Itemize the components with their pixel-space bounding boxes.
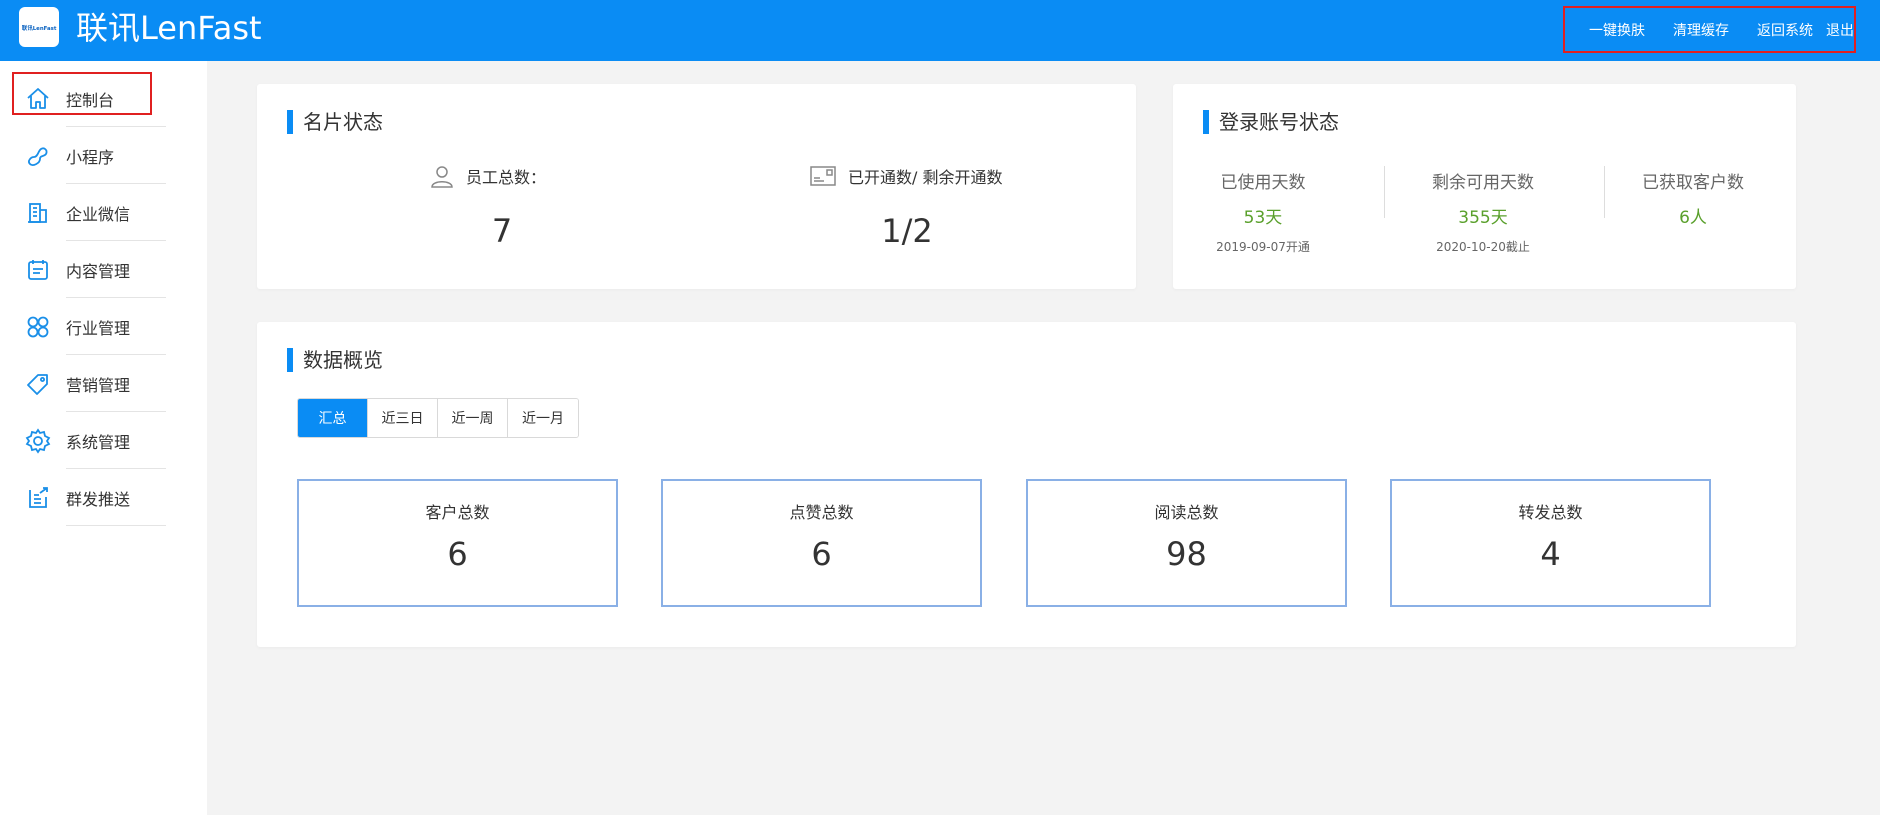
gear-icon — [24, 427, 52, 455]
clear-cache-link[interactable]: 清理缓存 — [1673, 20, 1729, 40]
sidebar-item-content[interactable]: 内容管理 — [28, 242, 166, 298]
sidebar-item-marketing[interactable]: 营销管理 — [27, 356, 166, 412]
sidebar-item-industry[interactable]: 行业管理 — [27, 299, 166, 355]
app-logo[interactable]: 联讯LenFast — [19, 7, 59, 47]
user-icon — [431, 166, 453, 188]
account-status-title: 登录账号状态 — [1203, 110, 1339, 134]
metric-likes: 点赞总数 6 — [661, 479, 982, 607]
logout-link[interactable]: 退出 — [1826, 20, 1854, 40]
header-actions: 一键换肤 清理缓存 返回系统 退出 — [1563, 6, 1856, 53]
brand-title: 联讯LenFast — [76, 9, 262, 47]
link-icon — [24, 142, 52, 170]
period-tabs: 汇总 近三日 近一周 近一月 — [297, 398, 579, 438]
employee-total-label: 员工总数： — [430, 164, 546, 188]
customers-stat: 已获取客户数 6人 — [1593, 168, 1793, 228]
tab-last-3-days[interactable]: 近三日 — [368, 399, 438, 437]
sidebar-item-wecom[interactable]: 企业微信 — [28, 185, 166, 241]
account-status-panel: 登录账号状态 已使用天数 53天 2019-09-07开通 剩余可用天数 355… — [1173, 84, 1796, 289]
open-date: 2019-09-07开通 — [1216, 240, 1310, 254]
switch-skin-link[interactable]: 一键换肤 — [1589, 20, 1645, 40]
opened-count-value: 1/2 — [881, 212, 933, 250]
remaining-days-value: 355天 — [1458, 208, 1508, 228]
sidebar-item-system[interactable]: 系统管理 — [25, 413, 166, 469]
used-days-stat: 已使用天数 53天 2019-09-07开通 — [1163, 168, 1363, 255]
data-overview-panel: 数据概览 汇总 近三日 近一周 近一月 客户总数 6 点赞总数 6 阅读总数 9… — [257, 322, 1796, 647]
building-icon — [24, 199, 52, 227]
card-status-title: 名片状态 — [287, 110, 383, 134]
sidebar: 控制台 小程序 企业微信 内容管理 行业管理 营销管理 系统管理 群发推送 — [0, 61, 207, 815]
sidebar-item-miniprogram[interactable]: 小程序 — [28, 128, 166, 184]
customers-label: 已获取客户数 — [1642, 173, 1744, 193]
sidebar-item-label: 营销管理 — [66, 375, 131, 395]
metric-reads: 阅读总数 98 — [1026, 479, 1347, 607]
customers-value: 6人 — [1679, 208, 1707, 228]
tab-summary[interactable]: 汇总 — [298, 399, 368, 437]
remaining-days-label: 剩余可用天数 — [1432, 173, 1534, 193]
sidebar-item-label: 企业微信 — [66, 204, 131, 224]
remaining-days-stat: 剩余可用天数 355天 2020-10-20截止 — [1383, 168, 1583, 255]
sidebar-item-label: 控制台 — [66, 90, 115, 110]
used-days-value: 53天 — [1243, 208, 1283, 228]
sidebar-item-label: 小程序 — [66, 147, 115, 167]
metric-shares: 转发总数 4 — [1390, 479, 1711, 607]
return-system-link[interactable]: 返回系统 — [1757, 20, 1813, 40]
expire-date: 2020-10-20截止 — [1436, 240, 1530, 254]
employee-total-value: 7 — [491, 212, 513, 250]
data-overview-title: 数据概览 — [287, 348, 383, 372]
tag-icon — [24, 370, 52, 398]
tab-last-week[interactable]: 近一周 — [438, 399, 508, 437]
grid-icon — [24, 313, 52, 341]
opened-count-label: 已开通数/ 剩余开通数 — [810, 164, 1002, 188]
calendar-icon — [24, 256, 52, 284]
sidebar-item-dashboard[interactable]: 控制台 — [27, 71, 166, 127]
card-status-panel: 名片状态 员工总数： 7 已开通数/ 剩余开通数 1/2 — [257, 84, 1136, 289]
tab-last-month[interactable]: 近一月 — [508, 399, 578, 437]
sidebar-item-broadcast[interactable]: 群发推送 — [29, 470, 166, 526]
metric-customers: 客户总数 6 — [297, 479, 618, 607]
home-icon — [24, 85, 52, 113]
used-days-label: 已使用天数 — [1220, 173, 1306, 193]
sidebar-item-label: 内容管理 — [66, 261, 131, 281]
card-icon — [810, 166, 836, 186]
send-icon — [24, 484, 52, 512]
top-header: 联讯LenFast 联讯LenFast 一键换肤 清理缓存 返回系统 退出 — [0, 0, 1880, 61]
sidebar-item-label: 系统管理 — [66, 432, 131, 452]
logo-text: 联讯LenFast — [21, 24, 57, 32]
sidebar-item-label: 群发推送 — [66, 489, 131, 509]
sidebar-item-label: 行业管理 — [66, 318, 131, 338]
